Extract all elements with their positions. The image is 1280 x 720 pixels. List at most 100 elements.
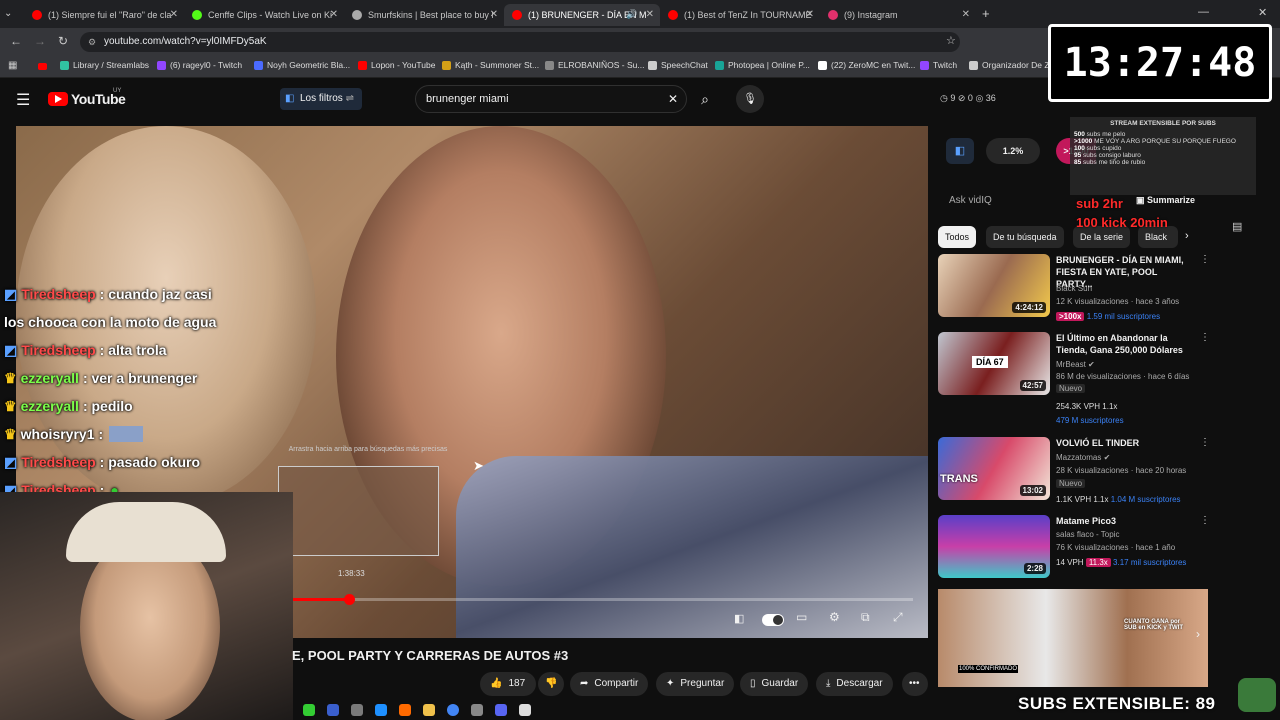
share-button[interactable]: ➦ Compartir [570,672,649,696]
close-icon[interactable]: ✕ [646,9,654,20]
apps-grid-icon[interactable]: ▦ [8,60,17,71]
summarize-button[interactable]: ▣ Summarize [1136,195,1195,206]
rec-video-1[interactable]: DÍA 67 42:57 El Último en Abandonar la Ti… [938,332,1210,425]
tab-3-active[interactable]: (1) BRUNENGER - DÍA EN M 🔊 ✕ [504,4,660,26]
taskbar-app-icon[interactable] [399,704,411,716]
close-icon[interactable]: ✕ [170,9,178,20]
vidiq-player-icon[interactable]: ◧ [734,612,744,625]
tab-list-icon[interactable]: ⌄ [4,8,12,19]
rec-title[interactable]: Matame Pico3 [1056,515,1196,527]
more-vert-icon[interactable]: ⋮ [1200,437,1210,448]
chip-from-search[interactable]: De tu búsqueda [986,226,1064,248]
bookmark-0[interactable]: Library / Streamlabs [60,60,149,70]
dislike-button[interactable]: 👎 [538,672,564,696]
tab-5[interactable]: (9) Instagram ✕ [820,4,976,26]
site-info-icon[interactable]: ⚙ [88,32,96,52]
ask-vidiq-input[interactable]: Ask vidIQ [949,195,992,206]
close-window-icon[interactable]: ✕ [1258,6,1267,19]
hamburger-menu-icon[interactable]: ☰ [16,90,30,110]
progress-track[interactable] [293,594,913,605]
search-icon[interactable]: ⌕ [694,85,716,113]
rec-video-3[interactable]: 2:28 Matame Pico3 ⋮ salas flaco - Topic … [938,515,1210,587]
rec-thumbnail[interactable]: DÍA 67 42:57 [938,332,1050,395]
duration-badge: 13:02 [1019,485,1046,496]
like-button[interactable]: 👍 187 [480,672,536,696]
close-icon[interactable]: ✕ [962,9,970,20]
taskbar-app-icon[interactable] [303,704,315,716]
youtube-bookmark-icon[interactable] [38,63,47,70]
miniplayer-icon[interactable]: ⧉ [861,610,870,625]
more-vert-icon[interactable]: ⋮ [1200,254,1210,265]
rec-channel[interactable]: MrBeast [1056,360,1086,369]
chevron-right-icon[interactable]: › [1185,230,1189,242]
autoplay-toggle[interactable] [762,614,784,626]
filters-button[interactable]: ◧ Los filtros ⇌ [280,88,362,110]
rec-title[interactable]: VOLVIÓ EL TINDER [1056,437,1196,449]
more-vert-icon[interactable]: ⋮ [1200,332,1210,343]
tab-4[interactable]: (1) Best of TenZ In TOURNAME ✕ [660,4,820,26]
save-button[interactable]: ▯ Guardar [740,672,809,696]
rec-video-0[interactable]: 4:24:12 BRUNENGER - DÍA EN MIAMI, FIESTA… [938,254,1210,326]
clear-search-icon[interactable]: ✕ [668,86,678,112]
shorts-thumbnail-strip[interactable]: 100% CONFIRMADO CUANTO GANA por SUB en K… [938,589,1208,687]
url-field[interactable]: ⚙ youtube.com/watch?v=yl0IMFDy5aK [80,32,960,52]
forward-arrow-icon[interactable]: → [34,34,46,48]
captions-icon[interactable]: ▭ [796,610,807,624]
bookmark-star-icon[interactable]: ☆ [946,34,956,47]
speaker-icon[interactable]: 🔊 [626,9,637,20]
more-vert-icon[interactable]: ⋮ [1200,515,1210,526]
vidiq-logo-icon[interactable]: ◧ [946,138,974,164]
bookmark-4[interactable]: Kąth - Summoner St... [442,60,539,70]
taskbar-app-icon[interactable] [327,704,339,716]
bookmark-6[interactable]: SpeechChat [648,60,708,70]
bookmark-5[interactable]: ELROBANIÑOS - Su... [545,60,644,70]
sub-promo-line-1: sub 2hr [1076,196,1123,211]
ask-button[interactable]: ✦ Preguntar [656,672,735,696]
taskbar-folder-icon[interactable] [423,704,435,716]
bookmark-10[interactable]: Organizador De Z [969,60,1050,70]
taskbar-app-icon[interactable] [471,704,483,716]
close-icon[interactable]: ✕ [330,9,338,20]
close-icon[interactable]: ✕ [806,9,814,20]
rec-thumbnail[interactable]: TRANS 13:02 [938,437,1050,500]
back-arrow-icon[interactable]: ← [10,34,22,48]
settings-gear-icon[interactable]: ⚙ [829,610,840,624]
chrome-icon[interactable] [447,704,459,716]
youtube-logo-icon[interactable] [48,92,68,106]
minimize-icon[interactable]: — [1198,6,1209,18]
bookmark-1[interactable]: (6) rageyl0 - Twitch [157,60,242,70]
download-button[interactable]: ⤓ Descargar [816,672,893,696]
reload-icon[interactable]: ↻ [58,34,68,48]
bookmark-7[interactable]: Photopea | Online P... [715,60,810,70]
search-input[interactable]: brunenger miami ✕ [415,85,687,113]
preview-time: 1:38:33 [338,569,365,578]
like-count: 187 [508,678,526,689]
rec-channel[interactable]: Mazzatomas [1056,453,1101,462]
rec-title[interactable]: El Último en Abandonar la Tienda, Gana 2… [1056,332,1196,356]
fullscreen-icon[interactable]: ⤢ [893,610,903,625]
chip-all[interactable]: Todos [938,226,977,248]
tab-1[interactable]: Cenffe Clips - Watch Live on Ki ✕ [184,4,344,26]
bookmark-9[interactable]: Twitch [920,60,957,70]
microphone-icon[interactable]: 🎙 [736,85,764,113]
chat-bubble-icon[interactable]: ▤ [1232,220,1242,233]
tab-2[interactable]: Smurfskins | Best place to buy l ✕ [344,4,504,26]
taskbar-app-icon[interactable] [351,704,363,716]
progress-scrubber[interactable] [343,594,355,605]
taskbar-app-icon[interactable] [375,704,387,716]
rec-channel[interactable]: salas flaco - Topic [1056,530,1119,539]
bookmark-3[interactable]: Lopon - YouTube [358,60,435,70]
rec-channel[interactable]: Black Sun [1056,284,1092,293]
bookmark-8[interactable]: (22) ZeroMC en Twit... [818,60,915,70]
taskbar-app-icon[interactable] [519,704,531,716]
more-actions-button[interactable]: ••• [902,672,928,696]
new-tab-plus-icon[interactable]: + [982,6,990,21]
close-icon[interactable]: ✕ [490,9,498,20]
rec-thumbnail[interactable]: 4:24:12 [938,254,1050,317]
tab-0[interactable]: (1) Siempre fui el "Raro" de cla ✕ [24,4,184,26]
rec-video-2[interactable]: TRANS 13:02 VOLVIÓ EL TINDER ⋮ Mazzatomas… [938,437,1210,509]
chevron-right-icon[interactable]: › [1196,627,1200,641]
bookmark-2[interactable]: Noyh Geometric Bla... [254,60,350,70]
rec-thumbnail[interactable]: 2:28 [938,515,1050,578]
discord-icon[interactable] [495,704,507,716]
